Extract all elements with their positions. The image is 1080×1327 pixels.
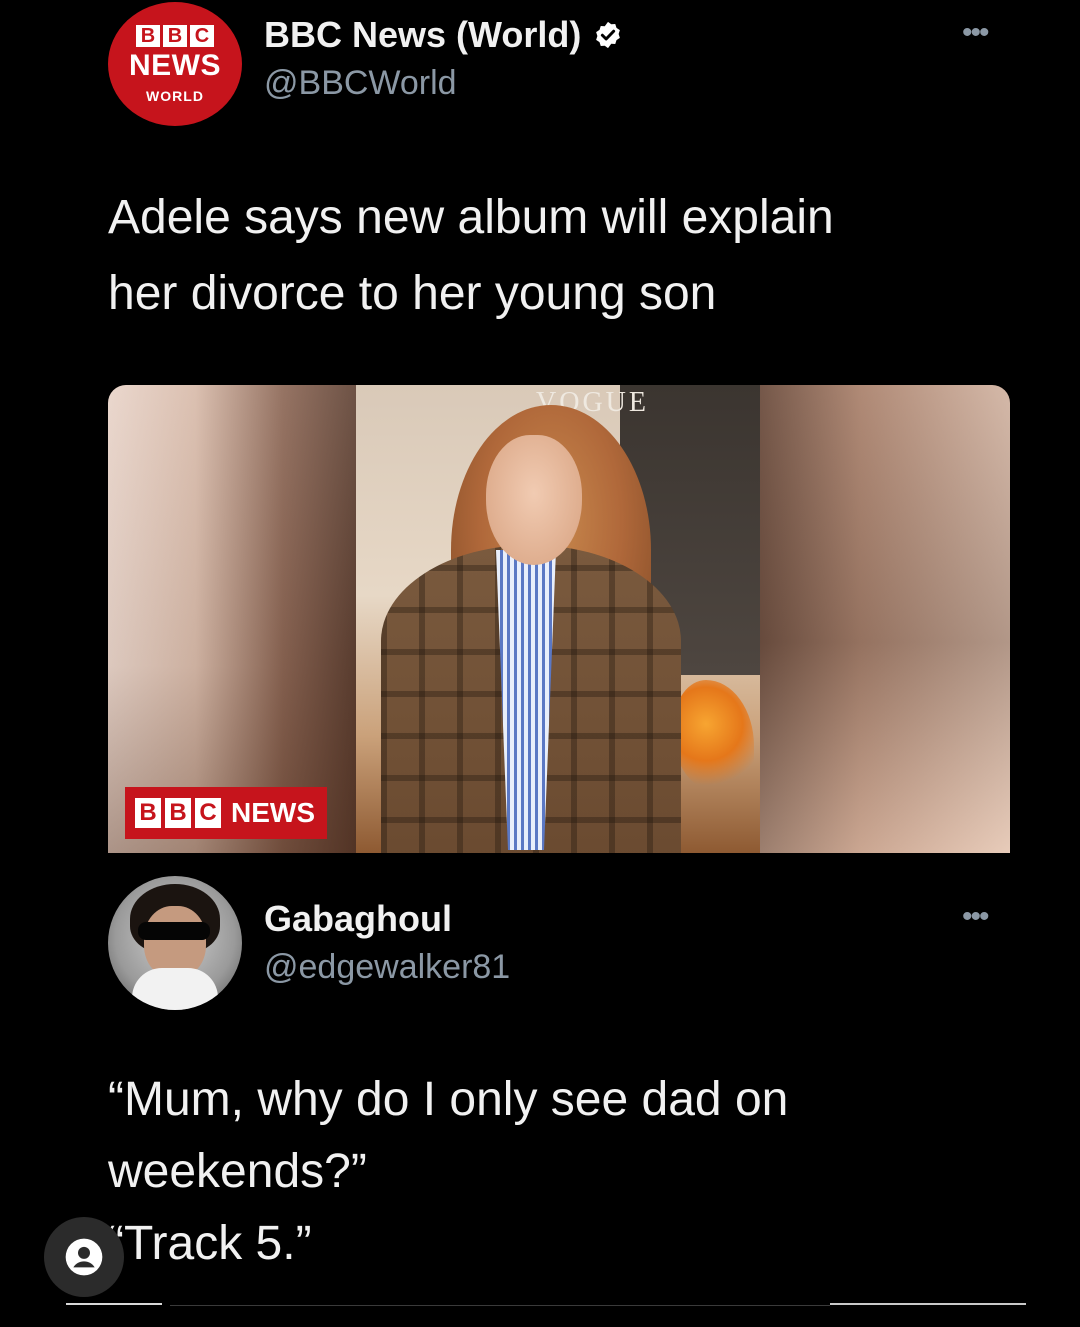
tweet-2-text-line: “Track 5.”: [108, 1217, 312, 1270]
tweet-1-media-image[interactable]: VOGUE B B C NEWS: [108, 385, 1010, 853]
verified-badge-icon: [596, 21, 621, 49]
tweet-2-text-line: “Mum, why do I only see dad on: [108, 1073, 789, 1126]
bbc-news-watermark: B B C NEWS: [125, 787, 327, 839]
tweet-1-text: Adele says new album will explain her di…: [108, 180, 834, 332]
tweet-1-name-row: BBC News (World): [264, 14, 623, 56]
tweet-1-header: B B C NEWS WORLD BBC News (World) @BBCWo…: [108, 0, 1028, 130]
watermark-news-text: NEWS: [231, 797, 315, 828]
tweet-1-text-line: her divorce to her young son: [108, 267, 717, 320]
avatar-neck-brace: [132, 968, 218, 1010]
bbc-block: B: [165, 798, 191, 828]
bbc-block: C: [190, 24, 214, 47]
bbc-block: B: [163, 24, 187, 47]
more-horizontal-icon[interactable]: •••: [962, 900, 989, 934]
tweet-2-handle[interactable]: @edgewalker81: [264, 948, 510, 987]
figure-face: [486, 435, 582, 565]
more-horizontal-icon[interactable]: •••: [962, 16, 989, 50]
bottom-divider: [170, 1305, 830, 1306]
user-circle-icon: [65, 1238, 103, 1276]
tweet-2-text: “Mum, why do I only see dad on weekends?…: [108, 1064, 788, 1280]
tweet-2-text-line: weekends?”: [108, 1145, 367, 1198]
bbc-block: C: [195, 798, 221, 828]
avatar-sunglasses: [138, 922, 210, 940]
profile-button[interactable]: [44, 1217, 124, 1297]
avatar-world-text: WORLD: [146, 87, 204, 104]
tweet-1-text-line: Adele says new album will explain: [108, 191, 834, 244]
bbc-block: B: [135, 798, 161, 828]
bbc-block: B: [136, 24, 160, 47]
blurred-background-left: [108, 385, 358, 853]
tweet-1-handle[interactable]: @BBCWorld: [264, 64, 457, 103]
bottom-divider-left: [66, 1303, 162, 1305]
avatar-news-text: NEWS: [129, 48, 221, 82]
tweet-2-display-name[interactable]: Gabaghoul: [264, 898, 452, 940]
blurred-background-right: [760, 385, 1010, 853]
orange-flowers: [674, 680, 754, 790]
vogue-cover-photo: VOGUE: [356, 385, 760, 853]
gabaghoul-avatar[interactable]: [108, 876, 242, 1010]
bbc-logo-blocks: B B C: [136, 24, 214, 47]
tweet-1-display-name[interactable]: BBC News (World): [264, 14, 581, 56]
bbc-news-world-avatar[interactable]: B B C NEWS WORLD: [108, 2, 242, 126]
bottom-divider-right: [830, 1303, 1026, 1305]
